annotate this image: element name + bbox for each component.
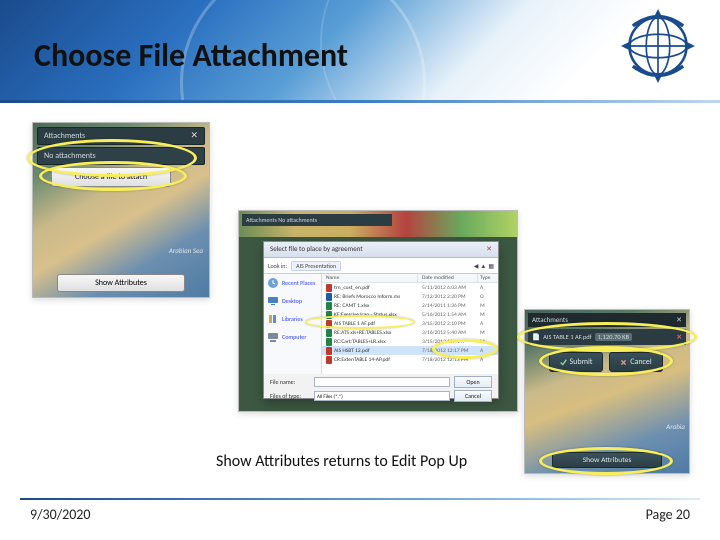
dialog-path-bar: Look in: AIS Presentation ◀ ▲ ▦ [264,258,498,274]
sidebar-item-desktop[interactable]: Desktop [267,295,318,307]
close-icon[interactable]: ✕ [676,313,682,327]
xls-file-icon [326,302,332,310]
file-row[interactable]: RE:ATS xls+RE:TABLES.xlsx3/16/2012 5:40 … [322,328,498,337]
doc-file-icon [326,293,332,301]
footer-page: Page 20 [646,506,690,523]
close-icon[interactable]: ✕ [486,244,492,255]
close-icon[interactable]: ✕ [190,128,198,144]
attachments-header-2-label: Attachments No attachments [246,216,317,224]
sidebar-label: Libraries [282,315,303,323]
header-underline [0,100,720,103]
footer-rule [20,498,700,500]
highlight-oval [539,346,673,376]
filename-input[interactable] [314,377,450,387]
sidebar-label: Desktop [282,297,302,305]
show-attributes-label-1: Show Attributes [95,278,147,288]
cancel-button-label: Cancel [465,392,481,400]
path-label: Look in: [268,262,287,270]
file-list-header: Name Date modified Type [322,274,498,283]
xls-file-icon [326,338,332,346]
open-button[interactable]: Open [454,376,492,388]
filetype-select[interactable]: All Files (*.*) [314,391,450,401]
screenshot-submit-panel: Arabia Attachments ✕ 📄 AIS TABLE 1 AF.pd… [524,309,690,474]
screenshot-attachments-panel: Arabian Sea Attachments ✕ No attachments… [32,122,210,298]
desktop-icon [267,295,279,307]
path-crumb[interactable]: AIS Presentation [291,261,341,271]
sidebar-item-computer[interactable]: Computer [267,331,318,343]
xls-file-icon [326,329,332,337]
pdf-file-icon [326,284,332,292]
map-label-sea: Arabia [666,422,685,431]
sidebar-label: Recent Places [282,279,315,287]
footer-date: 9/30/2020 [30,506,90,523]
computer-icon [267,331,279,343]
pdf-file-icon [326,356,332,364]
nav-up-icon[interactable]: ▲ [480,262,486,270]
dialog-titlebar: Select file to place by agreement ✕ [264,242,498,258]
recent-icon [267,277,279,289]
screenshot-file-dialog: Attachments No attachments Select file t… [238,210,518,412]
icao-logo [616,4,700,88]
libraries-icon [267,313,279,325]
file-row[interactable]: RE: CAMT 1.xlsx2/14/2011 1:36 PMM [322,301,498,310]
filename-label: File name: [270,378,310,386]
highlight-oval [432,339,498,359]
show-attributes-button-1[interactable]: Show Attributes [57,274,185,292]
view-icon[interactable]: ▦ [488,262,494,270]
page-title: Choose File Attachment [34,36,348,75]
slide: Choose File Attachment Arabian Sea Attac… [0,0,720,540]
nav-back-icon[interactable]: ◀ [474,262,479,270]
col-name[interactable]: Name [322,274,418,282]
file-row[interactable]: trn_cost_en.pdf5/11/2012 6:03 AMA [322,283,498,292]
open-button-label: Open [466,378,479,386]
col-date[interactable]: Date modified [418,274,478,282]
map-label-sea: Arabian Sea [169,246,203,255]
filetype-label: Files of type: [270,392,310,400]
file-row[interactable]: RE: Briefs Morocco Inform.ms7/12/2012 2:… [322,292,498,301]
attachments-header-2: Attachments No attachments [242,214,392,226]
caption-text: Show Attributes returns to Edit Pop Up [216,452,467,471]
sidebar-item-recent[interactable]: Recent Places [267,277,318,289]
cancel-button[interactable]: Cancel [454,390,492,402]
highlight-oval [305,315,415,329]
highlight-oval [39,161,187,191]
col-type[interactable]: Type [478,274,498,282]
sidebar-label: Computer [282,333,306,341]
dialog-footer: File name: Open Files of type: All Files… [264,374,498,400]
dialog-title-label: Select file to place by agreement [270,244,363,255]
pdf-file-icon [326,347,332,355]
highlight-oval [539,447,673,475]
